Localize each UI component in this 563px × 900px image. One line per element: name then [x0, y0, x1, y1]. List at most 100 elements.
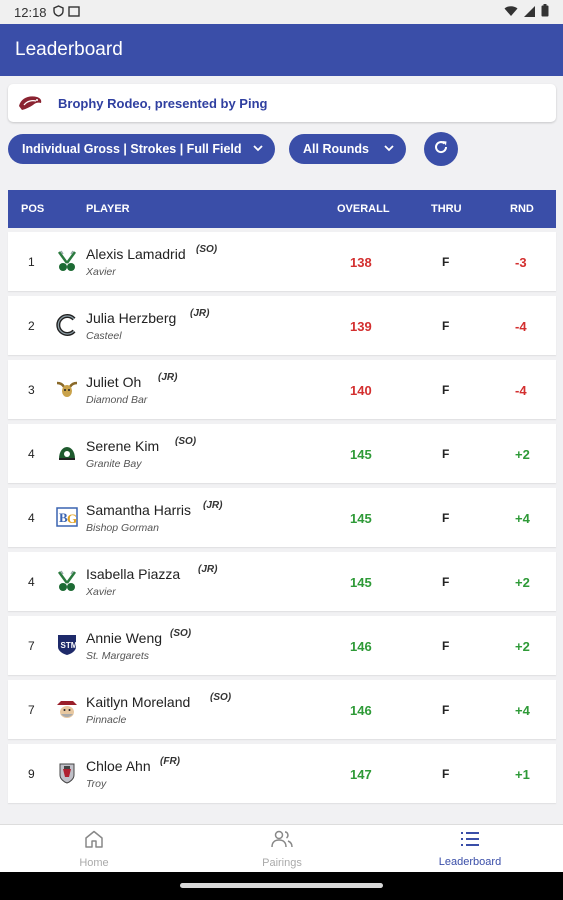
school-logo-icon: [55, 313, 79, 337]
player-name: Chloe Ahn: [86, 758, 151, 774]
overall-score: 146: [350, 639, 372, 654]
thru-value: F: [442, 319, 450, 333]
rounds-dropdown-label: All Rounds: [303, 142, 369, 156]
thru-value: F: [442, 639, 450, 653]
refresh-icon: [433, 139, 449, 160]
school-logo-icon: [55, 569, 79, 593]
event-banner[interactable]: Brophy Rodeo, presented by Ping: [8, 84, 556, 122]
player-name: Alexis Lamadrid: [86, 246, 186, 262]
round-score: +2: [515, 639, 530, 654]
player-grade: (JR): [198, 564, 218, 575]
player-grade: (SO): [170, 628, 192, 639]
row-pos: 9: [28, 767, 35, 781]
event-name: Brophy Rodeo, presented by Ping: [58, 95, 268, 111]
round-score: +4: [515, 703, 530, 718]
school-logo-icon: [55, 441, 79, 465]
thru-value: F: [442, 511, 450, 525]
table-row[interactable]: 4 Serene Kim (SO) Granite Bay 145 F +2: [8, 424, 556, 483]
chevron-down-icon: [253, 144, 263, 155]
wifi-icon: [504, 5, 518, 20]
table-row[interactable]: 7 STM Annie Weng (SO) St. Margarets 146 …: [8, 616, 556, 675]
row-pos: 3: [28, 383, 35, 397]
column-thru[interactable]: THRU: [431, 203, 462, 215]
overall-score: 145: [350, 575, 372, 590]
player-name: Julia Herzberg: [86, 310, 177, 326]
player-school: Diamond Bar: [86, 394, 148, 406]
table-row[interactable]: 4 BG Samantha Harris (JR) Bishop Gorman …: [8, 488, 556, 547]
nav-pairings[interactable]: Pairings: [222, 825, 342, 873]
player-name: Kaitlyn Moreland: [86, 694, 191, 710]
school-logo-icon: [55, 761, 79, 785]
scoring-dropdown[interactable]: Individual Gross | Strokes | Full Field: [8, 134, 275, 164]
table-row[interactable]: 4 Isabella Piazza (JR) Xavier 145 F +2: [8, 552, 556, 611]
table-row[interactable]: 1 Alexis Lamadrid (SO) Xavier 138 F -3: [8, 232, 556, 291]
player-name: Samantha Harris: [86, 502, 192, 518]
refresh-button[interactable]: [424, 132, 458, 166]
table-row[interactable]: 7 Kaitlyn Moreland (SO) Pinnacle 146 F +…: [8, 680, 556, 739]
school-logo-icon: BG: [55, 505, 79, 529]
row-pos: 2: [28, 319, 35, 333]
column-overall[interactable]: OVERALL: [337, 203, 390, 215]
thru-value: F: [442, 575, 450, 589]
player-grade: (JR): [203, 500, 223, 511]
system-nav-bar: [0, 872, 563, 900]
row-pos: 7: [28, 639, 35, 653]
rounds-dropdown[interactable]: All Rounds: [289, 134, 406, 164]
player-school: Granite Bay: [86, 458, 142, 470]
users-icon: [271, 830, 293, 857]
player-name: Isabella Piazza: [86, 566, 181, 582]
thru-value: F: [442, 767, 450, 781]
thru-value: F: [442, 383, 450, 397]
filter-row: Individual Gross | Strokes | Full Field …: [8, 132, 556, 166]
table-row[interactable]: 9 Chloe Ahn (FR) Troy 147 F +1: [8, 744, 556, 803]
gesture-handle[interactable]: [180, 883, 383, 888]
player-school: Casteel: [86, 330, 122, 342]
overall-score: 139: [350, 319, 372, 334]
home-icon: [84, 830, 104, 857]
screenshot-icon: [67, 5, 80, 20]
row-pos: 1: [28, 255, 35, 269]
app-bar: Leaderboard: [0, 24, 563, 76]
scoring-dropdown-label: Individual Gross | Strokes | Full Field: [22, 142, 242, 156]
round-score: -4: [515, 319, 527, 334]
school-logo-icon: [55, 249, 79, 273]
overall-score: 146: [350, 703, 372, 718]
row-pos: 7: [28, 703, 35, 717]
column-player[interactable]: PLAYER: [86, 203, 130, 215]
round-score: +4: [515, 511, 530, 526]
nav-leaderboard[interactable]: Leaderboard: [410, 825, 530, 873]
round-score: -3: [515, 255, 527, 270]
svg-text:G: G: [67, 511, 77, 526]
round-score: +2: [515, 447, 530, 462]
player-school: St. Margarets: [86, 650, 150, 662]
player-name: Annie Weng: [86, 630, 163, 646]
player-name: Serene Kim: [86, 438, 160, 454]
column-pos[interactable]: POS: [21, 203, 44, 215]
player-school: Troy: [86, 778, 107, 790]
player-school: Xavier: [86, 266, 116, 278]
list-icon: [460, 831, 480, 856]
nav-home[interactable]: Home: [34, 825, 154, 873]
svg-text:STM: STM: [61, 641, 78, 650]
status-time: 12:18: [14, 4, 47, 20]
player-grade: (JR): [158, 372, 178, 383]
player-school: Bishop Gorman: [86, 522, 159, 534]
nav-leaderboard-label: Leaderboard: [438, 855, 502, 868]
chevron-down-icon: [384, 144, 394, 155]
table-row[interactable]: 3 Juliet Oh (JR) Diamond Bar 140 F -4: [8, 360, 556, 419]
page-title: Leaderboard: [15, 39, 123, 60]
table-row[interactable]: 2 Julia Herzberg (JR) Casteel 139 F -4: [8, 296, 556, 355]
signal-icon: [524, 5, 535, 20]
leaderboard-list: 1 Alexis Lamadrid (SO) Xavier 138 F -3 2…: [8, 232, 556, 808]
column-rnd[interactable]: RND: [510, 203, 534, 215]
player-school: Xavier: [86, 586, 116, 598]
thru-value: F: [442, 255, 450, 269]
player-grade: (JR): [190, 308, 210, 319]
player-grade: (FR): [160, 756, 180, 767]
thru-value: F: [442, 703, 450, 717]
round-score: +1: [515, 767, 530, 782]
round-score: +2: [515, 575, 530, 590]
nav-home-label: Home: [79, 856, 109, 869]
player-grade: (SO): [175, 436, 197, 447]
status-bar: 12:18: [0, 0, 563, 24]
